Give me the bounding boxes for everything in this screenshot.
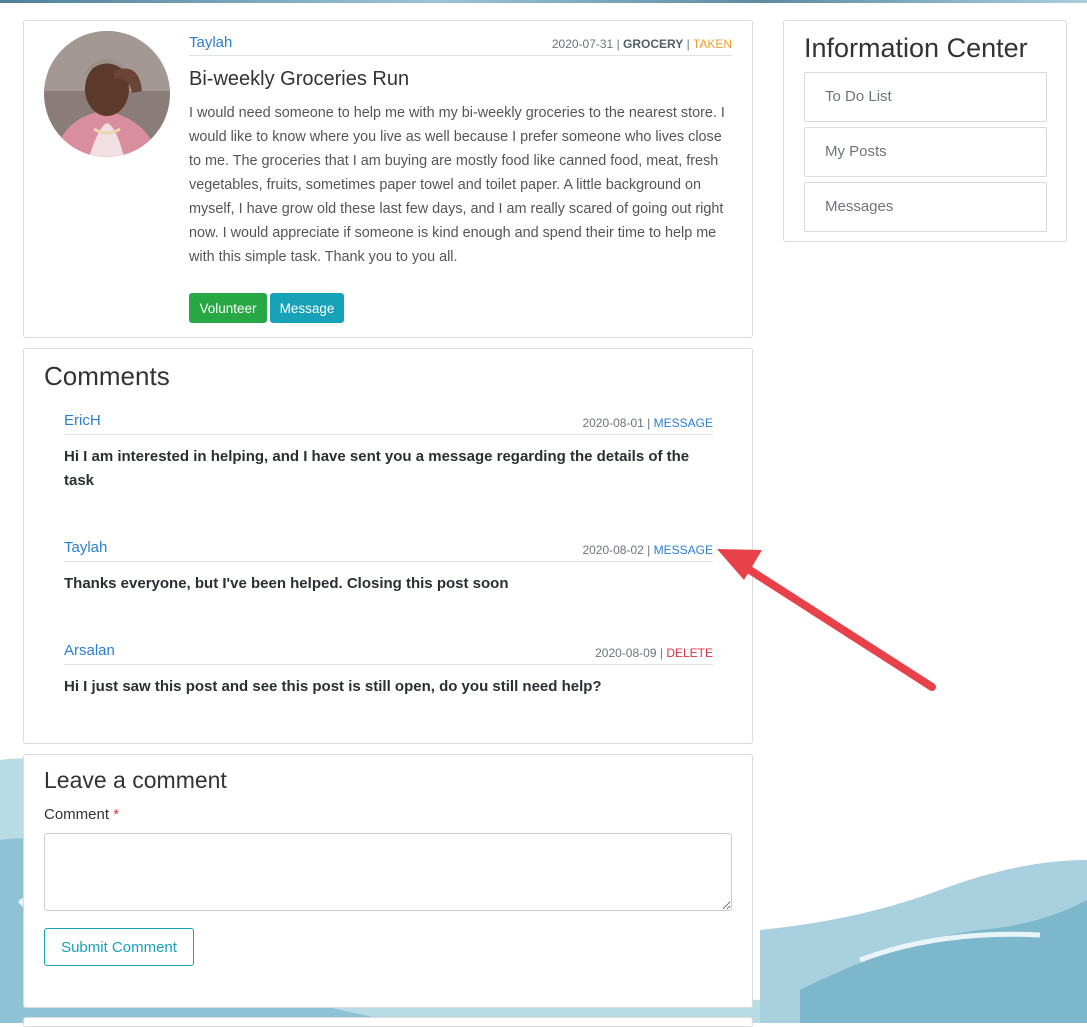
comment-header: Taylah 2020-08-02 | MESSAGE — [64, 539, 713, 562]
post-body: I would need someone to help me with my … — [189, 105, 725, 265]
post-category: GROCERY — [623, 37, 684, 51]
info-item-to-do-list[interactable]: To Do List — [804, 72, 1047, 122]
comment-textarea[interactable] — [44, 833, 732, 911]
comment-meta: 2020-08-09 | DELETE — [595, 646, 713, 660]
comment-item: Arsalan 2020-08-09 | DELETE Hi I just sa… — [64, 642, 713, 699]
post-title: Bi-weekly Groceries Run — [189, 68, 410, 90]
comment-date: 2020-08-01 — [582, 416, 644, 430]
comment-author-link[interactable]: Arsalan — [64, 642, 115, 659]
author-avatar[interactable] — [44, 31, 170, 157]
comment-field-label: Comment * — [44, 806, 120, 823]
comment-meta: 2020-08-01 | MESSAGE — [582, 416, 713, 430]
comments-card: Comments EricH 2020-08-01 | MESSAGE Hi I… — [23, 348, 753, 744]
comment-item: EricH 2020-08-01 | MESSAGE Hi I am inter… — [64, 412, 713, 493]
comment-author-link[interactable]: Taylah — [64, 539, 107, 556]
comment-text: Hi I just saw this post and see this pos… — [64, 678, 602, 695]
volunteer-button[interactable]: Volunteer — [189, 293, 267, 323]
post-date: 2020-07-31 — [551, 37, 614, 51]
leave-comment-card: Leave a comment Comment * Submit Comment — [23, 754, 753, 1008]
next-card-edge — [23, 1017, 753, 1027]
post-meta: 2020-07-31 | GROCERY | TAKEN — [551, 37, 732, 51]
comment-meta: 2020-08-02 | MESSAGE — [582, 543, 713, 557]
message-button[interactable]: Message — [270, 293, 344, 323]
comment-author-link[interactable]: EricH — [64, 412, 101, 429]
post-status: TAKEN — [692, 37, 732, 51]
comment-message-link[interactable]: MESSAGE — [654, 416, 713, 430]
information-center-title: Information Center — [804, 33, 1028, 63]
leave-comment-title: Leave a comment — [44, 767, 227, 793]
comment-text: Thanks everyone, but I've been helped. C… — [64, 575, 509, 592]
comment-item: Taylah 2020-08-02 | MESSAGE Thanks every… — [64, 539, 713, 596]
info-item-my-posts[interactable]: My Posts — [804, 127, 1047, 177]
annotation-arrow-icon — [717, 549, 936, 691]
post-card: Taylah 2020-07-31 | GROCERY | TAKEN Bi-w… — [23, 20, 753, 338]
comment-header: Arsalan 2020-08-09 | DELETE — [64, 642, 713, 665]
post-author-link[interactable]: Taylah — [189, 34, 232, 51]
comment-date: 2020-08-09 — [595, 646, 657, 660]
submit-comment-button[interactable]: Submit Comment — [44, 928, 194, 966]
information-center-panel: Information Center To Do List My Posts M… — [783, 20, 1067, 242]
comment-header: EricH 2020-08-01 | MESSAGE — [64, 412, 713, 435]
comment-text: Hi I am interested in helping, and I hav… — [64, 448, 690, 489]
comment-date: 2020-08-02 — [582, 543, 644, 557]
required-asterisk: * — [113, 806, 120, 823]
comments-title: Comments — [44, 361, 170, 391]
info-item-messages[interactable]: Messages — [804, 182, 1047, 232]
post-header: Taylah 2020-07-31 | GROCERY | TAKEN — [189, 33, 732, 56]
